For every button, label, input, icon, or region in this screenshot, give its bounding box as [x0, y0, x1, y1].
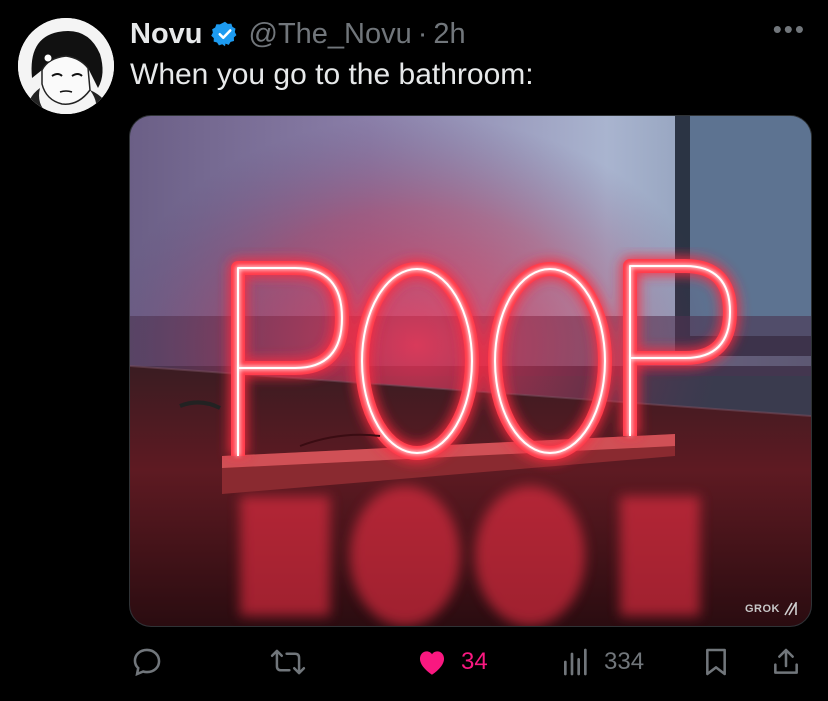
tweet-text: When you go to the bathroom: [130, 58, 534, 91]
tweet-header: Novu @The_Novu · 2h [130, 14, 828, 54]
separator-dot: · [417, 17, 428, 50]
reply-icon [133, 648, 161, 677]
retweet-button[interactable] [270, 640, 318, 684]
grok-logo-icon [784, 602, 797, 616]
tweet-actions: 34 334 [130, 640, 810, 684]
views-button[interactable]: 334 [560, 640, 644, 684]
share-button[interactable] [770, 640, 802, 684]
views-count: 334 [604, 648, 645, 675]
avatar[interactable] [18, 18, 114, 114]
bookmark-icon [706, 648, 726, 676]
like-button[interactable]: 34 [415, 640, 488, 684]
avatar-illustration [18, 18, 114, 114]
views-chart-icon [564, 648, 587, 676]
author-name[interactable]: Novu [130, 18, 203, 51]
grok-watermark: GROK [745, 602, 799, 616]
like-count: 34 [461, 648, 488, 675]
watermark-text: GROK [745, 603, 780, 615]
share-icon [774, 648, 798, 674]
neon-sign-photo [130, 116, 811, 626]
tweet-image[interactable]: GROK [129, 115, 812, 627]
verified-badge-icon [210, 20, 239, 48]
heart-icon [419, 651, 445, 675]
post-time[interactable]: 2h [433, 18, 465, 51]
author-handle[interactable]: @The_Novu [249, 18, 412, 51]
more-options-icon[interactable]: ••• [773, 14, 806, 45]
reply-button[interactable] [130, 640, 176, 684]
retweet-icon [270, 649, 306, 675]
bookmark-button[interactable] [700, 640, 732, 684]
